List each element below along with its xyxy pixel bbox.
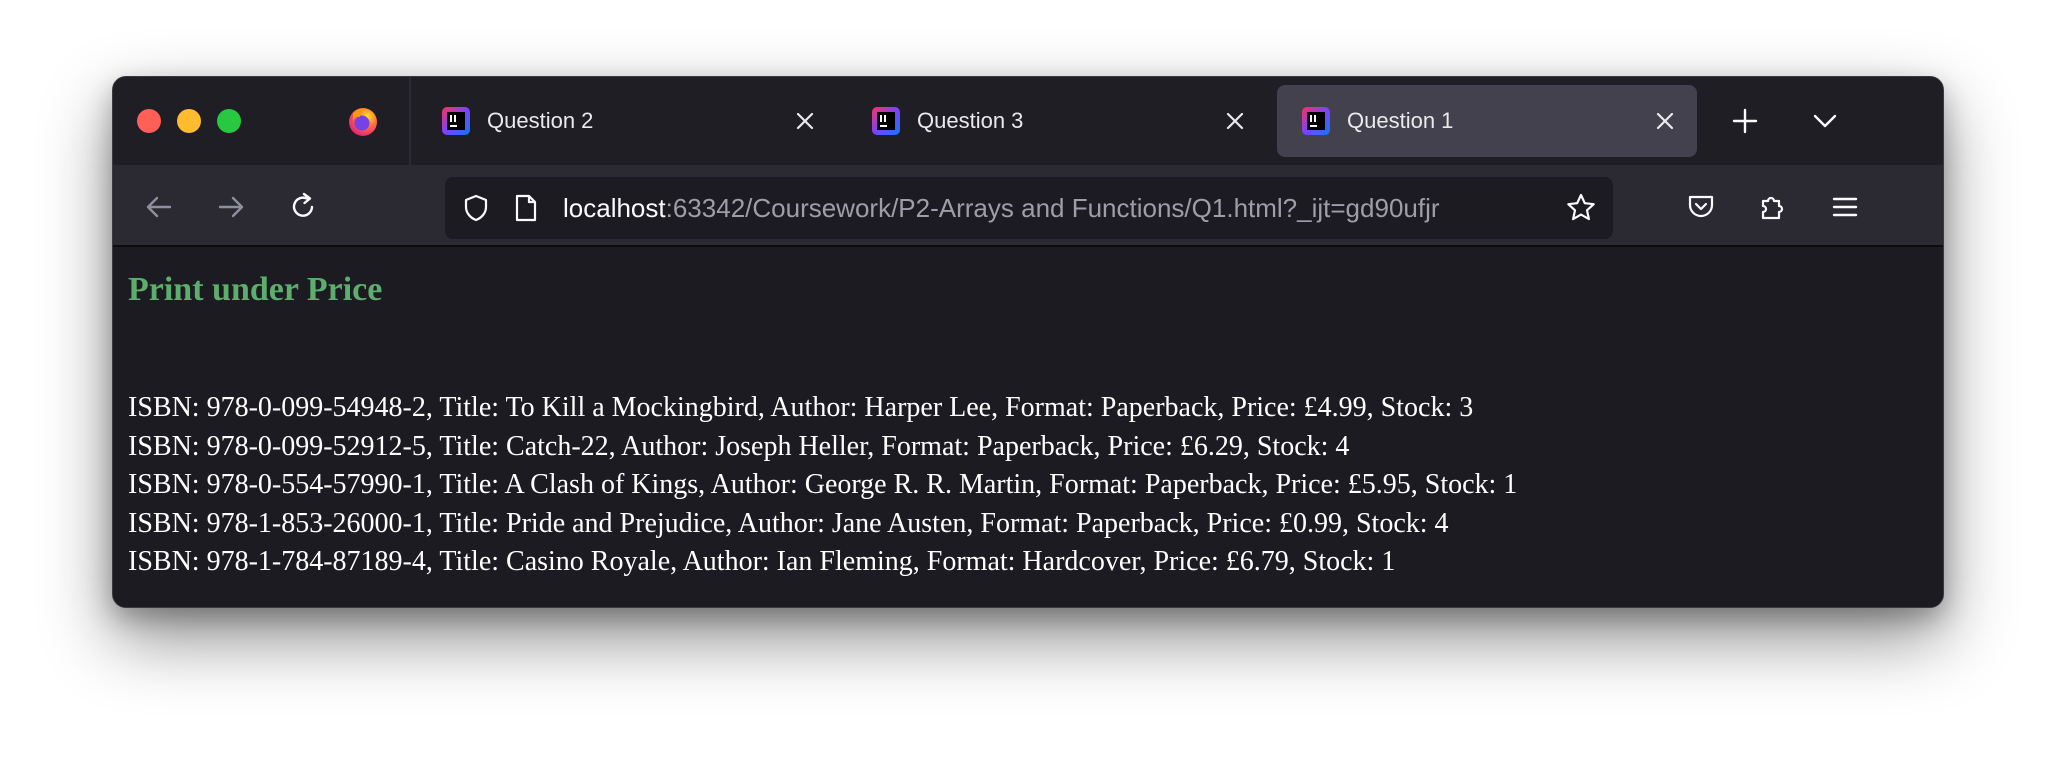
reload-button[interactable] <box>287 191 319 223</box>
book-list: ISBN: 978-0-099-54948-2, Title: To Kill … <box>128 389 1517 582</box>
reload-icon <box>292 192 314 217</box>
minimize-window-button[interactable] <box>177 109 201 133</box>
tab-question-3[interactable]: Question 3 <box>847 85 1267 157</box>
forward-arrow-icon <box>218 196 244 218</box>
back-arrow-icon <box>146 196 172 218</box>
book-entry: ISBN: 978-0-099-52912-5, Title: Catch-22… <box>128 430 1350 462</box>
tab-question-1[interactable]: Question 1 <box>1277 85 1697 157</box>
address-bar[interactable]: localhost:63342/Coursework/P2-Arrays and… <box>445 177 1613 239</box>
plus-icon <box>1732 108 1758 134</box>
list-all-tabs-button[interactable] <box>1811 107 1839 135</box>
intellij-icon <box>1301 106 1331 136</box>
page-icon[interactable] <box>513 194 539 222</box>
close-window-button[interactable] <box>137 109 161 133</box>
tab-title: Question 2 <box>487 108 594 133</box>
url-text[interactable]: localhost:63342/Coursework/P2-Arrays and… <box>563 193 1557 224</box>
forward-button[interactable] <box>215 191 247 223</box>
book-entry: ISBN: 978-0-099-54948-2, Title: To Kill … <box>128 392 1474 423</box>
new-tab-button[interactable] <box>1731 107 1759 135</box>
zoom-window-button[interactable] <box>217 109 241 133</box>
app-menu-button[interactable] <box>1829 191 1861 223</box>
tab-strip: Question 2 Question 3 Question 1 <box>113 77 1943 165</box>
tab-question-2[interactable]: Question 2 <box>417 85 837 157</box>
shield-icon[interactable] <box>461 193 491 223</box>
intellij-icon <box>871 106 901 136</box>
intellij-icon <box>441 106 471 136</box>
pocket-icon <box>1688 195 1714 218</box>
star-icon[interactable] <box>1565 192 1597 224</box>
navigation-bar: localhost:63342/Coursework/P2-Arrays and… <box>113 165 1943 247</box>
tab-separator <box>409 77 411 165</box>
close-icon[interactable] <box>1655 111 1675 131</box>
tab-title: Question 1 <box>1347 108 1454 133</box>
url-path: :63342/Coursework/P2-Arrays and Function… <box>665 192 1440 223</box>
close-icon[interactable] <box>1225 111 1245 131</box>
url-host: localhost <box>563 192 666 223</box>
back-button[interactable] <box>143 191 175 223</box>
close-icon[interactable] <box>795 111 815 131</box>
firefox-icon[interactable] <box>347 105 379 137</box>
book-entry: ISBN: 978-0-554-57990-1, Title: A Clash … <box>128 469 1518 500</box>
pocket-button[interactable] <box>1685 191 1717 223</box>
book-entry: ISBN: 978-1-853-26000-1, Title: Pride an… <box>128 507 1449 539</box>
extensions-button[interactable] <box>1757 191 1789 223</box>
puzzle-icon <box>1761 196 1784 220</box>
browser-window: Question 2 Question 3 Question 1 localho… <box>112 76 1944 608</box>
tab-title: Question 3 <box>917 108 1024 133</box>
page-heading: Print under Price <box>128 271 383 308</box>
page-content: Print under Price ISBN: 978-0-099-54948-… <box>113 247 1943 607</box>
chevron-down-icon <box>1813 114 1837 128</box>
hamburger-menu-icon <box>1832 197 1858 217</box>
book-entry: ISBN: 978-1-784-87189-4, Title: Casino R… <box>128 546 1396 577</box>
